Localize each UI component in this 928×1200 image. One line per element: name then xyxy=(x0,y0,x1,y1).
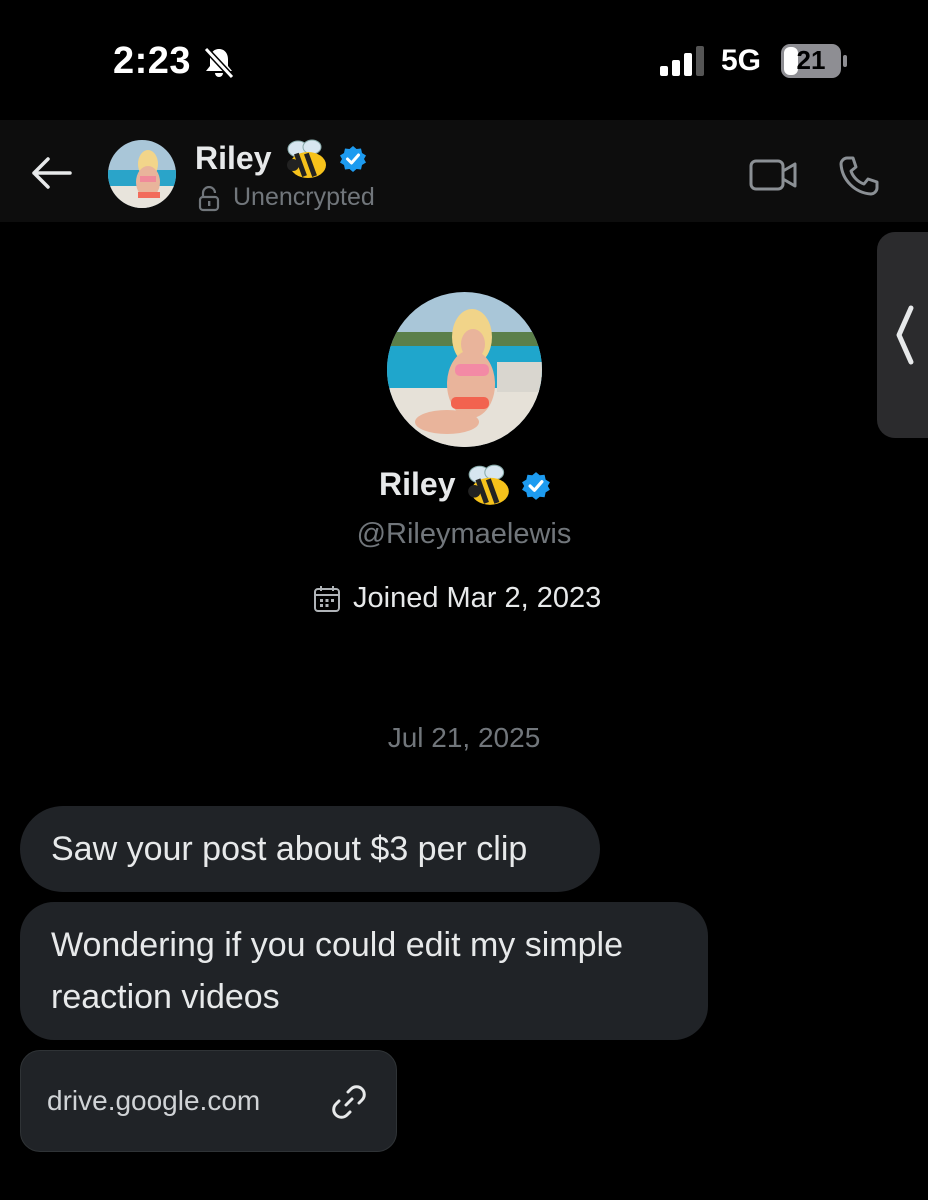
link-icon xyxy=(332,1085,366,1119)
clock-time: 2:23 xyxy=(113,40,192,82)
verified-badge-icon xyxy=(522,472,550,500)
message-bubble[interactable]: Saw your post about $3 per clip xyxy=(20,806,600,892)
avatar[interactable] xyxy=(108,140,176,208)
encryption-status: Unencrypted xyxy=(233,183,375,211)
header-contact-name[interactable]: Riley xyxy=(195,140,271,177)
link-preview-card[interactable]: drive.google.com xyxy=(20,1050,397,1152)
date-separator: Jul 21, 2025 xyxy=(387,722,541,753)
profile-avatar[interactable] xyxy=(387,292,542,447)
bee-emoji-icon xyxy=(287,139,326,178)
unlock-icon xyxy=(198,186,220,212)
network-type: 5G xyxy=(721,44,762,77)
side-panel-handle[interactable] xyxy=(877,232,928,438)
signal-strength-icon xyxy=(660,46,704,76)
verified-badge-icon xyxy=(340,146,366,172)
link-url[interactable]: drive.google.com xyxy=(47,1085,260,1117)
video-camera-icon[interactable] xyxy=(749,158,797,192)
message-bubble[interactable]: Wondering if you could edit my simple re… xyxy=(20,902,708,1040)
arrow-left-icon[interactable] xyxy=(30,156,72,190)
chevron-left-icon xyxy=(896,305,914,365)
conversation-header: Riley Unencrypted xyxy=(0,120,928,222)
status-bar: 2:23 5G 21 xyxy=(0,0,928,120)
profile-name: Riley xyxy=(379,466,456,502)
bell-slash-icon xyxy=(203,46,235,80)
profile-handle: @Rileymaelewis xyxy=(356,518,572,550)
joined-date: Joined Mar 2, 2023 xyxy=(353,582,602,614)
calendar-icon xyxy=(314,586,340,612)
phone-icon[interactable] xyxy=(838,155,880,197)
battery-level: 21 xyxy=(796,45,826,75)
bee-emoji-icon xyxy=(468,464,509,505)
